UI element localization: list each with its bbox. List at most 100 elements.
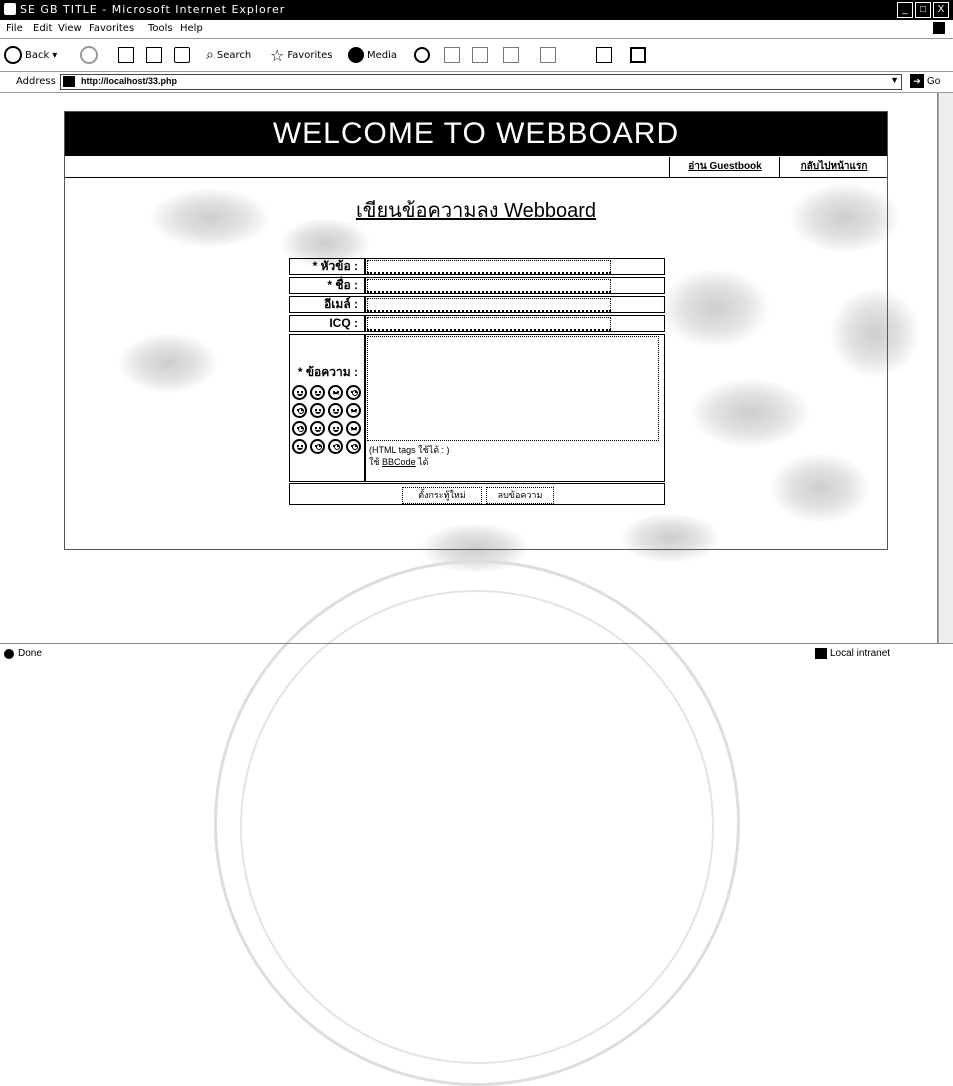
smiley-dizzy-icon[interactable] <box>292 403 307 418</box>
new-topic-button[interactable]: ตั้งกระทู้ใหม่ <box>402 487 482 504</box>
address-label: Address <box>16 76 56 87</box>
ie-logo-icon <box>4 3 16 15</box>
smiley-happy-icon[interactable] <box>292 385 307 400</box>
edit-icon <box>503 47 519 63</box>
smiley-cry-icon[interactable] <box>346 421 361 436</box>
icq-label: ICQ : <box>289 315 365 332</box>
star-icon: ☆ <box>270 45 285 65</box>
print-button[interactable] <box>472 45 488 65</box>
post-form: * หัวข้อ : * ชื่อ : อีเมล์ : ICQ : * ข้อ… <box>289 258 665 507</box>
refresh-icon <box>146 47 162 63</box>
close-button[interactable]: X <box>933 2 949 18</box>
email-input[interactable] <box>367 298 611 312</box>
chevron-down-icon[interactable]: ▼ <box>890 75 899 85</box>
chevron-down-icon: ▾ <box>52 49 58 61</box>
home-button[interactable] <box>174 45 190 65</box>
windows-flag-icon <box>933 22 945 34</box>
print-icon <box>472 47 488 63</box>
discuss-icon <box>540 47 556 63</box>
name-label: * ชื่อ : <box>289 277 365 294</box>
smiley-cool-icon[interactable] <box>328 403 343 418</box>
html-tags-note: (HTML tags ใช้ได้ : ) <box>369 445 450 455</box>
webboard-panel: WELCOME TO WEBBOARD อ่าน Guestbook กลับไ… <box>64 111 888 550</box>
page-done-icon <box>4 649 14 659</box>
smiley-shock-icon[interactable] <box>292 421 307 436</box>
maximize-button[interactable]: □ <box>915 2 931 18</box>
media-button[interactable]: Media <box>348 45 397 65</box>
browser-toolbar: Back ▾ ⌕ Search ☆ Favorites Media <box>0 39 953 72</box>
menu-favorites[interactable]: Favorites <box>89 23 134 34</box>
bbcode-suffix: ได้ <box>415 457 429 467</box>
menu-help[interactable]: Help <box>180 23 203 34</box>
mail-icon <box>444 47 460 63</box>
smiley-laugh-icon[interactable] <box>310 421 325 436</box>
stop-icon <box>118 47 134 63</box>
intranet-zone-icon <box>815 648 827 659</box>
research-button[interactable] <box>630 45 646 65</box>
address-url: http://localhost/33.php <box>81 76 177 86</box>
smiley-blush-icon[interactable] <box>292 439 307 454</box>
smiley-wink-icon[interactable] <box>328 421 343 436</box>
icq-input[interactable] <box>367 317 611 331</box>
guestbook-link[interactable]: อ่าน Guestbook <box>688 161 761 172</box>
history-icon <box>414 47 430 63</box>
email-label: อีเมล์ : <box>289 296 365 313</box>
page-icon <box>63 76 75 87</box>
menu-bar: File Edit View Favorites Tools Help <box>0 20 953 39</box>
clear-message-button[interactable]: ลบข้อความ <box>486 487 554 504</box>
smiley-sad-icon[interactable] <box>328 385 343 400</box>
status-text: Done <box>18 648 42 659</box>
go-arrow-icon: ➔ <box>910 74 924 88</box>
message-label-cell: * ข้อความ : <box>289 334 365 482</box>
guestbook-cell: อ่าน Guestbook <box>669 157 780 177</box>
minimize-button[interactable]: _ <box>897 2 913 18</box>
forward-button[interactable] <box>80 45 98 65</box>
search-icon: ⌕ <box>206 47 214 63</box>
smiley-idea-icon[interactable] <box>346 439 361 454</box>
window-title: SE GB TITLE - Microsoft Internet Explore… <box>20 3 286 16</box>
edit-button[interactable] <box>503 45 519 65</box>
home-link[interactable]: กลับไปหน้าแรก <box>801 161 868 172</box>
back-button[interactable]: Back ▾ <box>4 45 57 65</box>
smiley-question-icon[interactable] <box>328 439 343 454</box>
menu-view[interactable]: View <box>58 23 82 34</box>
stop-button[interactable] <box>118 45 134 65</box>
media-label: Media <box>367 49 398 61</box>
smiley-surprised-icon[interactable] <box>346 385 361 400</box>
home-icon <box>174 47 190 63</box>
button-row: ตั้งกระทู้ใหม่ ลบข้อความ <box>289 483 665 505</box>
refresh-button[interactable] <box>146 45 162 65</box>
message-textarea[interactable] <box>367 336 659 441</box>
home-cell: กลับไปหน้าแรก <box>779 157 888 177</box>
messenger-button[interactable] <box>596 45 612 65</box>
address-bar: Address http://localhost/33.php ▼ ➔ Go <box>0 72 953 93</box>
discuss-button[interactable] <box>540 45 556 65</box>
go-label: Go <box>927 75 941 87</box>
smiley-smile-icon[interactable] <box>310 403 325 418</box>
menu-edit[interactable]: Edit <box>33 23 52 34</box>
smiley-grid <box>292 385 363 456</box>
name-input[interactable] <box>367 279 611 293</box>
menu-tools[interactable]: Tools <box>148 23 173 34</box>
security-zone: Local intranet <box>830 648 891 659</box>
search-button[interactable]: ⌕ Search <box>206 45 251 65</box>
vertical-scrollbar[interactable] <box>938 93 953 643</box>
research-icon <box>630 47 646 63</box>
mail-button[interactable] <box>444 45 460 65</box>
bbcode-prefix: ใช้ <box>369 457 383 467</box>
html-note: (HTML tags ใช้ได้ : ) ใช้ BBCode ได้ <box>369 444 450 468</box>
favorites-button[interactable]: ☆ Favorites <box>270 45 333 65</box>
topic-input[interactable] <box>367 260 611 274</box>
window-titlebar: SE GB TITLE - Microsoft Internet Explore… <box>0 0 953 20</box>
smiley-angry-icon[interactable] <box>346 403 361 418</box>
history-button[interactable] <box>414 45 430 65</box>
menu-file[interactable]: File <box>6 23 23 34</box>
message-label: * ข้อความ : <box>297 365 358 379</box>
address-input[interactable]: http://localhost/33.php ▼ <box>60 74 902 90</box>
smiley-grin-icon[interactable] <box>310 385 325 400</box>
bbcode-link[interactable]: BBCode <box>382 457 416 467</box>
go-button[interactable]: ➔ Go <box>910 74 940 88</box>
back-label: Back <box>25 49 50 61</box>
media-icon <box>348 47 364 63</box>
smiley-think-icon[interactable] <box>310 439 325 454</box>
